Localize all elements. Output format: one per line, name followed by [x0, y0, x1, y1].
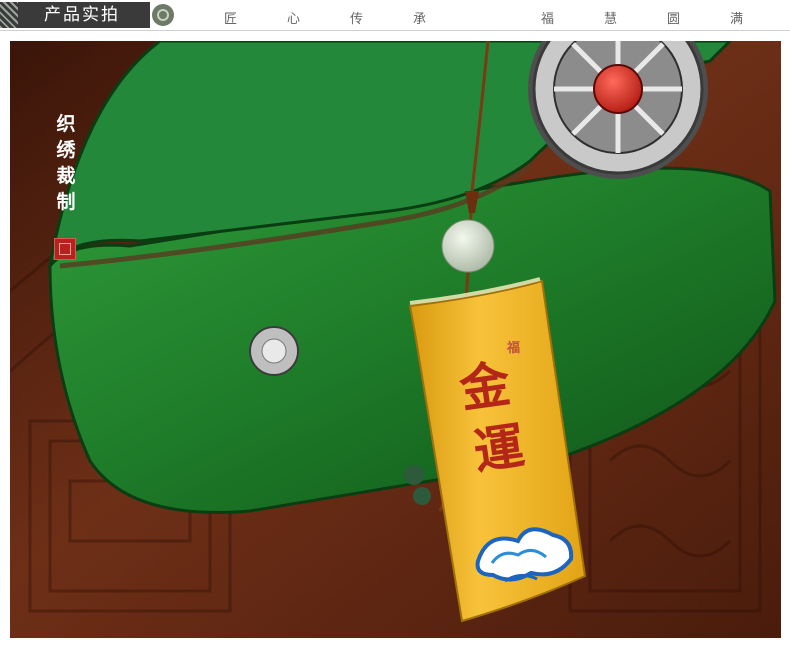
product-illustration: [10, 41, 781, 638]
motto-char: 承: [413, 12, 428, 27]
motto-char: 匠: [224, 12, 239, 27]
pouch-character: 運: [470, 415, 528, 482]
motto-char: 传: [350, 12, 365, 27]
caption-char: 制: [56, 191, 76, 213]
green-bead-icon: [404, 465, 424, 485]
red-seal-stamp-icon: [54, 238, 76, 260]
silver-rivet-icon: [249, 326, 299, 376]
header-divider: [0, 30, 790, 31]
section-title: 产品实拍: [44, 5, 120, 25]
caption-char: 织: [56, 113, 76, 135]
pouch-character: 金: [456, 353, 514, 420]
motto-char: 满: [730, 12, 745, 27]
product-photo: 织 绣 裁 制 福 金 運: [10, 41, 781, 638]
green-bead-icon: [413, 487, 431, 505]
corner-pattern-icon: [0, 2, 18, 28]
motto-char: 慧: [604, 12, 619, 27]
motto-char: 圆: [667, 12, 682, 27]
jade-bead-icon: [441, 219, 495, 273]
motto-char: 心: [287, 12, 302, 27]
jade-seal-icon: [152, 4, 174, 26]
caption-char: 绣: [56, 139, 76, 161]
vertical-caption: 织 绣 裁 制: [54, 111, 78, 215]
pouch-small-mark: 福: [507, 341, 521, 356]
motto-char: 福: [541, 12, 556, 27]
caption-char: 裁: [56, 165, 76, 187]
header-banner: 产品实拍 匠 心 传 承 福 慧 圆 满: [0, 0, 790, 33]
